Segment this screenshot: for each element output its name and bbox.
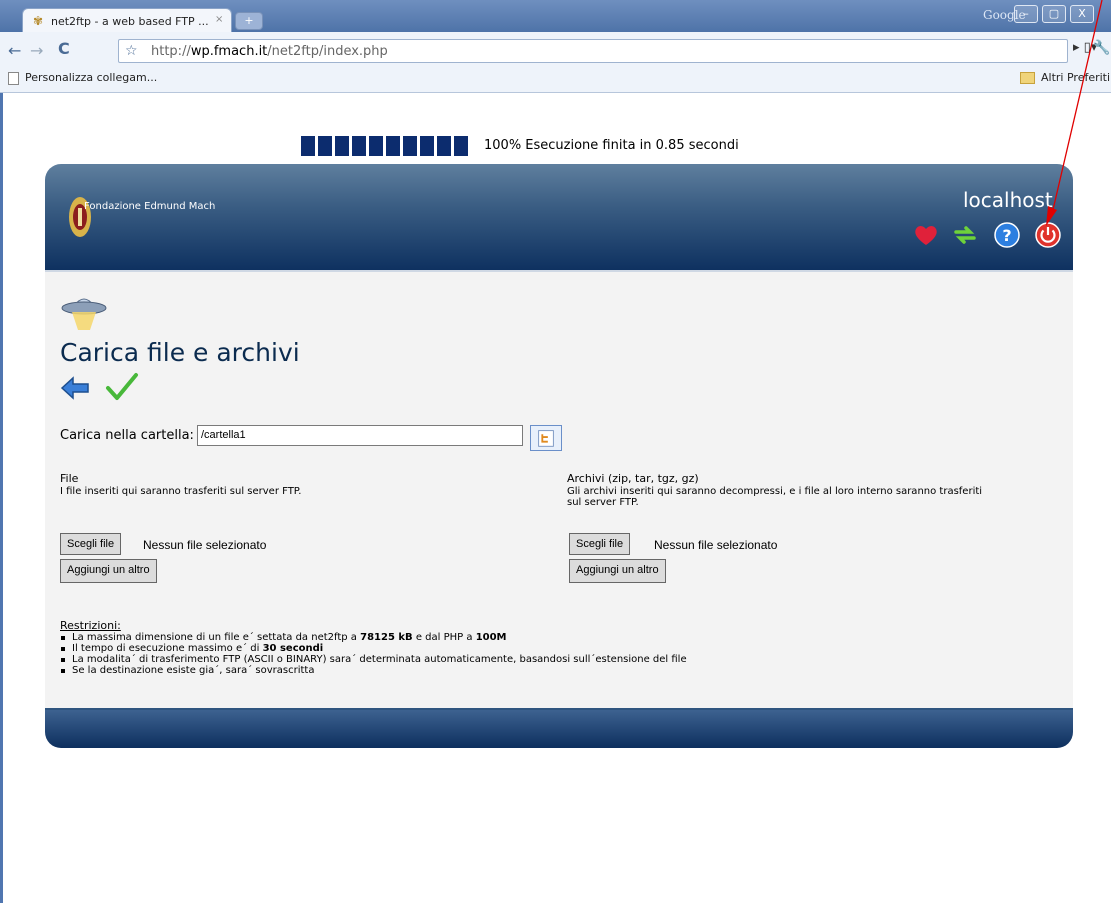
help-icon[interactable]: ? xyxy=(993,221,1021,249)
page-header xyxy=(45,164,1073,270)
restrictions-heading: Restrizioni: xyxy=(60,619,121,632)
heart-icon[interactable] xyxy=(912,221,940,249)
archives-description-line1: Gli archivi inseriti qui saranno decompr… xyxy=(567,486,983,497)
brand-name: Fondazione Edmund Mach xyxy=(84,201,216,212)
forward-nav-icon[interactable]: → xyxy=(30,41,43,60)
svg-text:?: ? xyxy=(1002,226,1011,245)
site-favicon-icon: ✾ xyxy=(33,14,44,28)
add-archive-button[interactable]: Aggiungi un altro xyxy=(569,559,666,583)
back-nav-icon[interactable]: ← xyxy=(8,41,21,60)
archives-description-line2: sul server FTP. xyxy=(567,497,639,508)
add-file-button[interactable]: Aggiungi un altro xyxy=(60,559,157,583)
directory-input[interactable]: /cartella1 xyxy=(197,425,523,446)
bookmarks-bar: Personalizza collegam... Altri Preferiti xyxy=(0,64,1111,92)
tab-close-icon[interactable]: × xyxy=(215,14,223,25)
reload-icon[interactable]: C xyxy=(58,39,70,58)
file-status: Nessun file selezionato xyxy=(143,538,267,552)
files-heading: File xyxy=(60,472,79,485)
page-footer xyxy=(45,710,1073,748)
browser-tab[interactable]: ✾ net2ftp - a web based FTP ... × xyxy=(22,8,232,32)
address-bar[interactable]: ☆ http://wp.fmach.it/net2ftp/index.php xyxy=(118,39,1068,63)
restriction-item: La massima dimensione di un file e´ sett… xyxy=(60,632,687,643)
back-arrow-icon[interactable] xyxy=(60,376,90,400)
tab-title: net2ftp - a web based FTP ... xyxy=(51,15,209,28)
upload-ufo-icon xyxy=(61,298,107,330)
progress-text: 100% Esecuzione finita in 0.85 secondi xyxy=(484,138,739,153)
annotation-arrow xyxy=(1046,0,1103,226)
choose-archive-button[interactable]: Scegli file xyxy=(569,533,631,555)
url-text[interactable]: http://wp.fmach.it/net2ftp/index.php xyxy=(151,44,388,59)
choose-file-button[interactable]: Scegli file xyxy=(60,533,122,555)
archive-status: Nessun file selezionato xyxy=(654,538,778,552)
window-left-edge xyxy=(0,93,3,903)
bookmark-personalizza[interactable]: Personalizza collegam... xyxy=(8,71,157,85)
refresh-icon[interactable] xyxy=(951,221,979,249)
directory-label: Carica nella cartella: xyxy=(60,428,194,443)
restriction-item: Se la destinazione esiste gia´, sara´ so… xyxy=(60,665,687,676)
submit-check-icon[interactable] xyxy=(105,372,139,402)
restrictions-list: La massima dimensione di un file e´ sett… xyxy=(60,632,687,676)
new-tab-button[interactable]: + xyxy=(235,12,263,30)
browser-titlebar: ✾ net2ftp - a web based FTP ... × + Goog… xyxy=(0,0,1111,32)
browse-directory-icon[interactable] xyxy=(530,425,562,451)
restriction-item: Il tempo di esecuzione massimo e´ di 30 … xyxy=(60,643,687,654)
archives-heading: Archivi (zip, tar, tgz, gz) xyxy=(567,472,699,485)
page-icon xyxy=(8,71,19,85)
restriction-item: La modalita´ di trasferimento FTP (ASCII… xyxy=(60,654,687,665)
bookmark-star-icon[interactable]: ☆ xyxy=(125,43,138,59)
files-description: I file inseriti qui saranno trasferiti s… xyxy=(60,486,302,497)
page-title: Carica file e archivi xyxy=(60,338,300,367)
